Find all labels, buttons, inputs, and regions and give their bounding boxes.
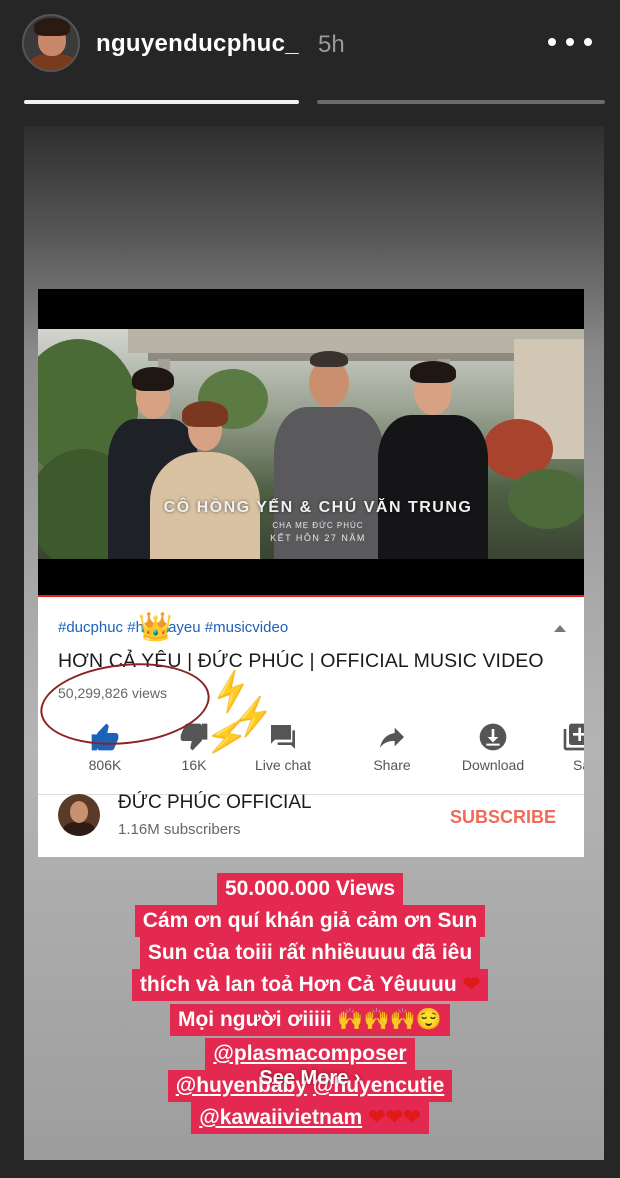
caption-text-with-heart: thích và lan toả Hơn Cả Yêuuuu ❤ [131, 969, 489, 1001]
download-label: Download [461, 757, 525, 773]
dislike-count: 16K [181, 757, 207, 773]
caption-headline: 50.000.000 Views [216, 873, 404, 905]
see-more-label: See More [259, 1067, 349, 1089]
caption-text: Cám ơn quí khán giả cảm ơn Sun [134, 905, 486, 937]
caption-text-with-emoji: Mọi người ơiiiii 🙌🙌🙌😌 [169, 1004, 450, 1036]
download-icon [479, 723, 507, 751]
share-button[interactable]: Share [347, 717, 437, 787]
save-label: Sa [573, 757, 584, 773]
channel-name[interactable]: ĐỨC PHÚC OFFICIAL [118, 792, 312, 814]
mention-plasmacomposer[interactable]: @plasmacomposer [205, 1038, 415, 1070]
heart-emoji: ❤❤❤ [367, 1106, 421, 1129]
raised-hands-emoji: 🙌🙌🙌 [337, 1008, 416, 1031]
profile-avatar[interactable] [22, 14, 80, 72]
share-label: Share [373, 757, 411, 773]
hashtags[interactable]: #ducphuc #honcayeu #musicvideo [58, 619, 288, 636]
caption-line: @kawaiivietnam ❤❤❤ [0, 1102, 620, 1134]
caption-text: Mọi người ơiiiii [177, 1008, 332, 1031]
share-icon [380, 727, 404, 748]
caption-line: Mọi người ơiiiii 🙌🙌🙌😌 [0, 1004, 620, 1036]
caption-text: thích và lan toả Hơn Cả Yêuuuu [139, 973, 457, 996]
caption-line: Sun của toiii rất nhiềuuuu đã iêu [0, 937, 620, 969]
mention-with-hearts: @kawaiivietnam ❤❤❤ [191, 1102, 429, 1134]
video-progress-bar[interactable] [38, 595, 584, 597]
like-count: 806K [88, 757, 122, 773]
post-time: 5h [318, 31, 345, 58]
username[interactable]: nguyenducphuc_ [96, 30, 299, 58]
story-header: nguyenducphuc_ 5h [0, 0, 620, 100]
caption-text: Sun của toiii rất nhiềuuuu đã iêu [139, 937, 481, 969]
caption-line: thích và lan toả Hơn Cả Yêuuuu ❤ [0, 969, 620, 1001]
subscribe-button[interactable]: SUBSCRIBE [450, 807, 556, 828]
video-overlay-title: CÔ HỒNG YẾN & CHÚ VĂN TRUNG [163, 499, 473, 516]
save-button[interactable]: Sa [543, 717, 584, 787]
more-options-icon[interactable] [548, 38, 592, 50]
chevron-right-icon: › [353, 1067, 361, 1089]
save-icon [563, 723, 584, 751]
story-progress-segment-1 [24, 100, 299, 104]
heart-emoji: ❤ [462, 973, 481, 996]
lightning-sticker: ⚡ [203, 714, 252, 760]
caption-line: @plasmacomposer [0, 1038, 620, 1070]
download-button[interactable]: Download [448, 717, 538, 787]
story-viewer: nguyenducphuc_ 5h CÔ HỒNG YẾN & CHÚ VĂN … [0, 0, 620, 1178]
relieved-face-emoji: 😌 [415, 1008, 442, 1031]
see-more-button[interactable]: See More › [0, 1067, 620, 1090]
video-overlay-subtitle: CHA MẸ ĐỨC PHÚC [272, 521, 364, 530]
live-chat-label: Live chat [254, 757, 312, 773]
video-frame: CÔ HỒNG YẾN & CHÚ VĂN TRUNG CHA MẸ ĐỨC P… [38, 329, 584, 559]
mention-kawaiivietnam[interactable]: @kawaiivietnam [199, 1106, 362, 1129]
story-progress-segment-2 [317, 100, 605, 104]
video-player: CÔ HỒNG YẾN & CHÚ VĂN TRUNG CHA MẸ ĐỨC P… [38, 289, 584, 597]
collapse-icon[interactable] [554, 625, 566, 632]
crown-sticker: 👑 [138, 611, 173, 642]
channel-avatar[interactable] [58, 794, 100, 836]
subscriber-count: 1.16M subscribers [118, 821, 241, 838]
video-overlay-subtitle-2: KẾT HÔN 27 NĂM [270, 533, 366, 543]
youtube-screenshot: CÔ HỒNG YẾN & CHÚ VĂN TRUNG CHA MẸ ĐỨC P… [38, 289, 584, 857]
caption-line: 50.000.000 Views [0, 873, 620, 905]
caption-line: Cám ơn quí khán giả cảm ơn Sun [0, 905, 620, 937]
